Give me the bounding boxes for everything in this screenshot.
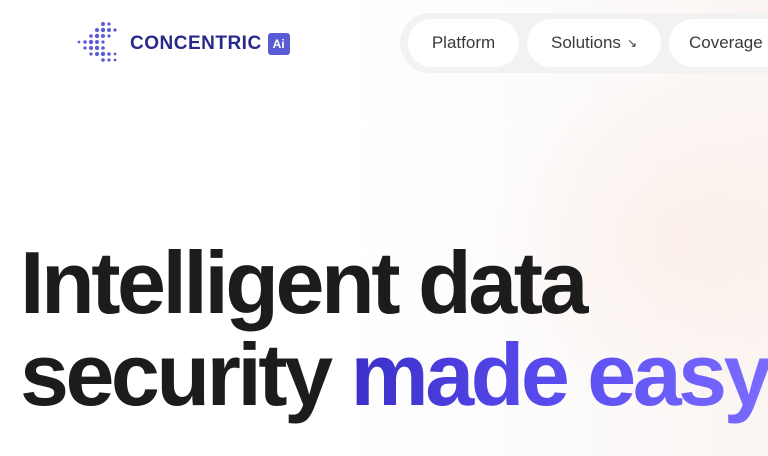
nav-item-label: Platform — [431, 33, 496, 52]
nav-item-solutions[interactable]: Solutions ↘ — [527, 19, 661, 67]
hero-headline: Intelligent data security made easy — [20, 237, 768, 421]
nav-item-label: Solutions — [551, 33, 621, 52]
hero-line-1: Intelligent data — [20, 233, 588, 332]
hero-accent-text: made easy — [350, 325, 768, 424]
hero-line-2-plain: security — [20, 325, 351, 424]
nav-item-label: Coverage — [689, 33, 763, 52]
logo-ai-badge: Ai — [267, 33, 290, 55]
nav-item-platform[interactable]: Platform — [408, 19, 519, 67]
logo-wordmark: CONCENTRIC — [130, 33, 262, 54]
logo-dots-icon — [77, 22, 117, 62]
nav-item-coverage[interactable]: Coverage — [669, 19, 768, 67]
main-nav: Platform Solutions ↘ Coverage — [400, 13, 768, 73]
arrow-down-right-icon: ↘ — [626, 36, 637, 50]
hero-line-2: security made easy — [20, 329, 768, 421]
page: CONCENTRIC Ai Platform Solutions ↘ Cover… — [0, 0, 768, 456]
logo-link[interactable]: CONCENTRIC Ai — [76, 20, 290, 68]
